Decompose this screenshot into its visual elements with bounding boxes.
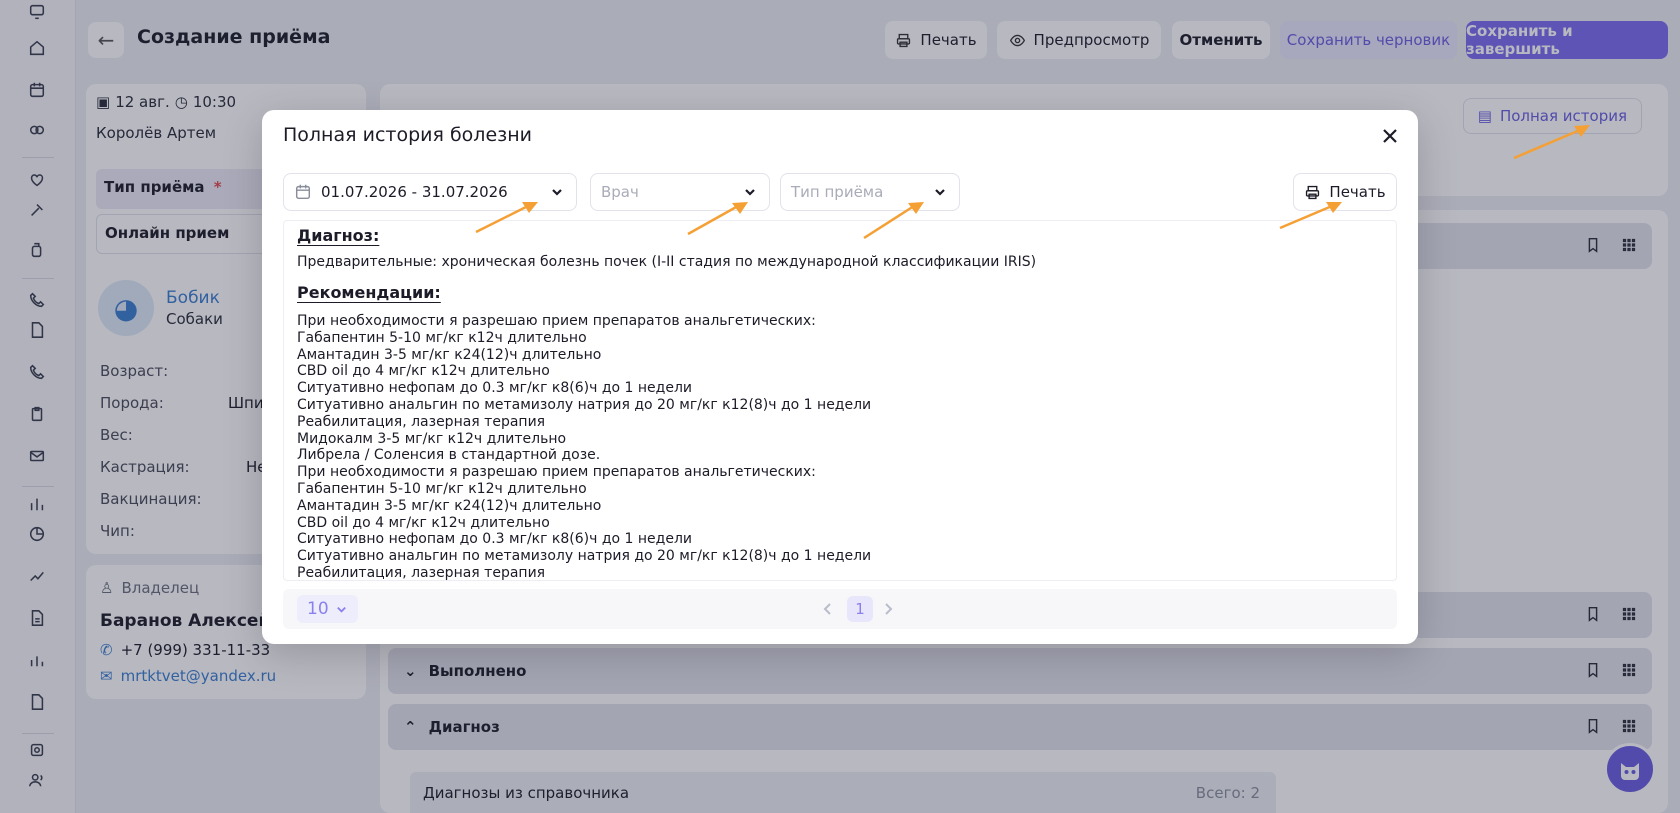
recommendation-line: CBD oil до 4 мг/кг к12ч длительно (297, 363, 550, 380)
modal-title: Полная история болезни (283, 124, 533, 146)
page-size-value: 10 (307, 599, 329, 619)
printer-icon (1306, 185, 1320, 199)
modal-print-label: Печать (1329, 183, 1386, 201)
next-page-button[interactable] (878, 599, 898, 619)
prev-page-button[interactable] (818, 599, 838, 619)
recommendation-line: CBD oil до 4 мг/кг к12ч длительно (297, 514, 550, 531)
visit-type-placeholder: Тип приёма (791, 183, 884, 201)
chevron-down-icon (550, 185, 564, 199)
recommendation-line: При необходимости я разрешаю прием препа… (297, 313, 816, 329)
recommendation-line: Амантадин 3-5 мг/кг к24(12)ч длительно (297, 346, 602, 363)
pagination: 10 1 (283, 589, 1397, 629)
recommendation-line: Амантадин 3-5 мг/кг к24(12)ч длительно (297, 497, 602, 514)
chevron-down-icon (336, 606, 346, 613)
visit-type-filter[interactable]: Тип приёма (780, 173, 960, 211)
history-content[interactable]: Диагноз: Предварительные: хроническая бо… (283, 220, 1397, 581)
recommendation-line: Реабилитация, лазерная терапия (297, 564, 546, 581)
chevron-left-icon (823, 603, 831, 615)
diagnosis-heading: Диагноз: (297, 226, 380, 245)
chevron-down-icon (933, 185, 947, 199)
close-icon (1383, 129, 1397, 143)
diagnosis-text: Предварительные: хроническая болезнь поч… (297, 254, 1037, 270)
recommendation-line: Мидокалм 3-5 мг/кг к12ч длительно (297, 430, 567, 447)
page-number[interactable]: 1 (847, 596, 873, 622)
doctor-select[interactable]: Врач (590, 173, 770, 211)
page-size-select[interactable]: 10 (297, 595, 358, 623)
recommendation-line: Реабилитация, лазерная терапия (297, 413, 546, 430)
recommendation-line: Ситуативно анальгин по метамизолу натрия… (297, 396, 872, 413)
recommendation-line: Либрела / Соленсия в стандартной дозе. (297, 447, 601, 464)
date-range-value: 01.07.2026 - 31.07.2026 (321, 183, 508, 201)
chevron-right-icon (885, 603, 893, 615)
recommendation-line: Ситуативно анальгин по метамизолу натрия… (297, 548, 872, 565)
recommendation-line: Габапентин 5-10 мг/кг к12ч длительно (297, 480, 587, 497)
modal-print-button[interactable]: Печать (1293, 173, 1397, 211)
calendar-icon (294, 183, 312, 201)
recommendation-line: Ситуативно нефопам до 0.3 мг/кг к8(6)ч д… (297, 531, 692, 548)
chevron-down-icon (743, 185, 757, 199)
recommendations-heading: Рекомендации: (297, 283, 441, 302)
date-range-select[interactable]: 01.07.2026 - 31.07.2026 (283, 173, 577, 211)
full-history-modal: Полная история болезни 01.07.2026 - 31.0… (262, 110, 1418, 644)
close-button[interactable] (1378, 124, 1402, 148)
recommendation-line: Ситуативно нефопам до 0.3 мг/кг к8(6)ч д… (297, 380, 692, 397)
recommendation-line: При необходимости я разрешаю прием препа… (297, 464, 816, 481)
recommendation-line: Габапентин 5-10 мг/кг к12ч длительно (297, 329, 587, 346)
doctor-placeholder: Врач (601, 183, 639, 201)
